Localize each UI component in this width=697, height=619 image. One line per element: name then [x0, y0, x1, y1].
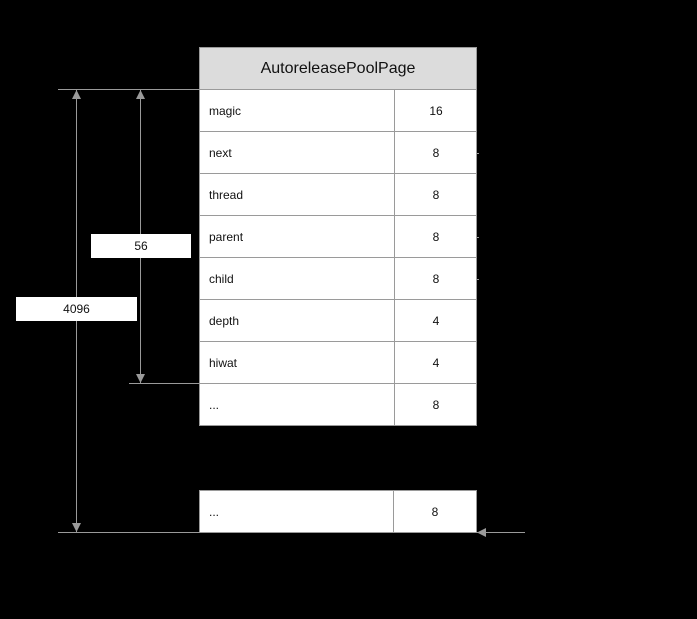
field-name: depth	[209, 313, 240, 328]
diagram-title: AutoreleasePoolPage	[199, 47, 477, 90]
page-size-label: 4096	[16, 297, 137, 321]
field-name: ...	[209, 397, 220, 412]
next-pointer-arrowhead	[477, 528, 486, 537]
field-size: 4	[394, 300, 477, 341]
field-size: 8	[394, 174, 477, 215]
page-size-arrow-top	[72, 90, 81, 99]
table-row: child 8	[199, 258, 477, 300]
table-row: parent 8	[199, 216, 477, 258]
field-size: 8	[394, 384, 477, 425]
struct-table: magic 16 next 8 thread 8 parent 8 child …	[199, 90, 477, 426]
tail-row: ... 8	[199, 490, 477, 533]
table-row: next 8	[199, 132, 477, 174]
table-row: hiwat 4	[199, 342, 477, 384]
field-size: 8	[394, 132, 477, 173]
field-size: 8	[393, 491, 476, 532]
table-row: magic 16	[199, 90, 477, 132]
field-name: ...	[209, 504, 220, 519]
table-row: depth 4	[199, 300, 477, 342]
table-row: thread 8	[199, 174, 477, 216]
field-name: hiwat	[209, 355, 238, 370]
field-name: magic	[209, 103, 242, 118]
field-name: thread	[209, 187, 244, 202]
field-size: 16	[394, 90, 477, 131]
header-size-arrow-bottom	[136, 374, 145, 383]
header-size-arrow-top	[136, 90, 145, 99]
header-size-label: 56	[91, 234, 191, 258]
table-row: ... 8	[199, 384, 477, 426]
field-size: 4	[394, 342, 477, 383]
field-name: parent	[209, 229, 244, 244]
field-name: child	[209, 271, 234, 286]
field-size: 8	[394, 258, 477, 299]
page-size-arrow-bottom	[72, 523, 81, 532]
field-size: 8	[394, 216, 477, 257]
field-name: next	[209, 145, 232, 160]
